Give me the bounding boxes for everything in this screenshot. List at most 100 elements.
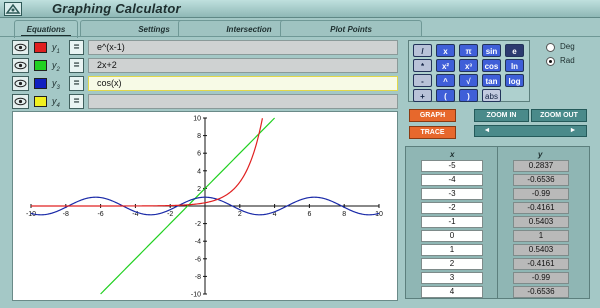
- y-tick-label: 4: [197, 168, 201, 175]
- rad-radio[interactable]: Rad: [546, 56, 575, 66]
- equals-button[interactable]: =: [69, 40, 84, 55]
- y-tick-label: 10: [193, 116, 201, 123]
- key-x-cubed[interactable]: x³: [459, 59, 478, 72]
- radio-icon[interactable]: [546, 43, 555, 52]
- tab-divider: [0, 36, 600, 37]
- tab-plot-points[interactable]: Plot Points: [280, 20, 422, 37]
- visibility-toggle-eye-icon[interactable]: [12, 58, 29, 73]
- table-cell-x[interactable]: 3: [421, 272, 483, 284]
- key-log[interactable]: log: [505, 74, 524, 87]
- visibility-toggle-eye-icon[interactable]: [12, 76, 29, 91]
- y-tick-label: 2: [197, 186, 201, 193]
- column-divider: [497, 147, 498, 298]
- equation-row-4: y4 =: [12, 94, 398, 109]
- key-open-paren[interactable]: (: [436, 89, 455, 102]
- table-cell-x[interactable]: 4: [421, 286, 483, 298]
- x-tick-label: -6: [97, 211, 103, 218]
- table-cell-y: 0.5403: [513, 244, 569, 256]
- color-swatch-green[interactable]: [34, 60, 47, 71]
- key-cos[interactable]: cos: [482, 59, 501, 72]
- calculator-logo-icon: [4, 2, 22, 16]
- y-tick-label: -2: [195, 221, 201, 228]
- zoom-in-button[interactable]: ZOOM IN: [474, 109, 529, 122]
- table-cell-x[interactable]: 2: [421, 258, 483, 270]
- tab-bar: Equations Settings Intersection Plot Poi…: [0, 20, 600, 38]
- x-tick-label: 8: [342, 211, 346, 218]
- x-tick-label: -2: [167, 211, 173, 218]
- table-cell-x[interactable]: -1: [421, 216, 483, 228]
- equation-input-y2[interactable]: 2x+2: [88, 58, 398, 73]
- x-tick-label: 6: [307, 211, 311, 218]
- y-tick-label: -8: [195, 274, 201, 281]
- deg-radio[interactable]: Deg: [546, 42, 575, 52]
- x-tick-label: 2: [238, 211, 242, 218]
- color-swatch-yellow[interactable]: [34, 96, 47, 107]
- table-cell-y: 0.2837: [513, 160, 569, 172]
- color-swatch-blue[interactable]: [34, 78, 47, 89]
- table-cell-x[interactable]: -5: [421, 160, 483, 172]
- equals-button[interactable]: =: [69, 58, 84, 73]
- curve-y1-exponential: [31, 118, 264, 207]
- y-tick-label: -4: [195, 239, 201, 246]
- table-cell-x[interactable]: -3: [421, 188, 483, 200]
- table-cell-y: -0.99: [513, 272, 569, 284]
- scroll-left-arrow-icon[interactable]: ◄: [483, 127, 491, 135]
- key-x[interactable]: x: [436, 44, 455, 57]
- graph-button[interactable]: GRAPH: [409, 109, 456, 122]
- x-tick-label: -8: [63, 211, 69, 218]
- key-abs[interactable]: abs: [482, 89, 501, 102]
- key-sin[interactable]: sin: [482, 44, 501, 57]
- scroll-right-arrow-icon[interactable]: ►: [569, 127, 577, 135]
- key-x-squared[interactable]: x²: [436, 59, 455, 72]
- key-ln[interactable]: ln: [505, 59, 524, 72]
- equation-row-1: y1 = e^(x-1): [12, 40, 398, 55]
- visibility-toggle-eye-icon[interactable]: [12, 94, 29, 109]
- y-tick-label: -6: [195, 256, 201, 263]
- equation-label-y3: y3: [52, 78, 60, 91]
- key-plus[interactable]: +: [413, 89, 432, 102]
- table-cell-x[interactable]: 0: [421, 230, 483, 242]
- radio-selected-icon[interactable]: [546, 57, 555, 66]
- color-swatch-red[interactable]: [34, 42, 47, 53]
- equation-input-y3[interactable]: cos(x): [88, 76, 398, 91]
- key-pi[interactable]: π: [459, 44, 478, 57]
- visibility-toggle-eye-icon[interactable]: [12, 40, 29, 55]
- graph-canvas[interactable]: -10 -8 -6 -4 -2 2 4 6 8 10108642-2-4-6-8-10: [13, 112, 397, 300]
- graphing-calculator-window: Graphing Calculator Equations Settings I…: [0, 0, 600, 308]
- key-minus[interactable]: -: [413, 74, 432, 87]
- key-sqrt[interactable]: √: [459, 74, 478, 87]
- equals-button[interactable]: =: [69, 76, 84, 91]
- title-bar: Graphing Calculator: [0, 0, 600, 18]
- table-cell-y: -0.4161: [513, 202, 569, 214]
- equation-row-3: y3 = cos(x): [12, 76, 398, 91]
- key-multiply[interactable]: *: [413, 59, 432, 72]
- trace-scrollbar[interactable]: ◄ ►: [474, 125, 587, 137]
- table-header-x: x: [450, 150, 455, 159]
- trace-button[interactable]: TRACE: [409, 126, 456, 139]
- key-e[interactable]: e: [505, 44, 524, 57]
- key-tan[interactable]: tan: [482, 74, 501, 87]
- table-cell-y: 0.5403: [513, 216, 569, 228]
- axis-ticks: -10 -8 -6 -4 -2 2 4 6 8 10108642-2-4-6-8-10: [26, 116, 383, 299]
- equation-label-y2: y2: [52, 60, 60, 73]
- y-tick-label: 8: [197, 133, 201, 140]
- zoom-out-button[interactable]: ZOOM OUT: [531, 109, 587, 122]
- equation-input-y4[interactable]: [88, 94, 398, 109]
- equals-button[interactable]: =: [69, 94, 84, 109]
- values-table: x y -5 0.2837 -4 -0.6536 -3 -0.99 -2 -0.…: [405, 146, 590, 299]
- y-tick-label: -10: [191, 292, 201, 299]
- key-divide[interactable]: /: [413, 44, 432, 57]
- key-power[interactable]: ^: [436, 74, 455, 87]
- equation-label-y1: y1: [52, 42, 60, 55]
- table-cell-y: -0.4161: [513, 258, 569, 270]
- key-close-paren[interactable]: ): [459, 89, 478, 102]
- table-cell-x[interactable]: -2: [421, 202, 483, 214]
- table-cell-x[interactable]: 1: [421, 244, 483, 256]
- equation-input-y1[interactable]: e^(x-1): [88, 40, 398, 55]
- graph-area[interactable]: -10 -8 -6 -4 -2 2 4 6 8 10 10 8 6 4 2 -2 -4 -6 -8 -10: [12, 111, 398, 301]
- table-header-y: y: [538, 150, 543, 159]
- table-cell-y: -0.6536: [513, 286, 569, 298]
- equation-row-2: y2 = 2x+2: [12, 58, 398, 73]
- table-cell-x[interactable]: -4: [421, 174, 483, 186]
- table-cell-y: -0.99: [513, 188, 569, 200]
